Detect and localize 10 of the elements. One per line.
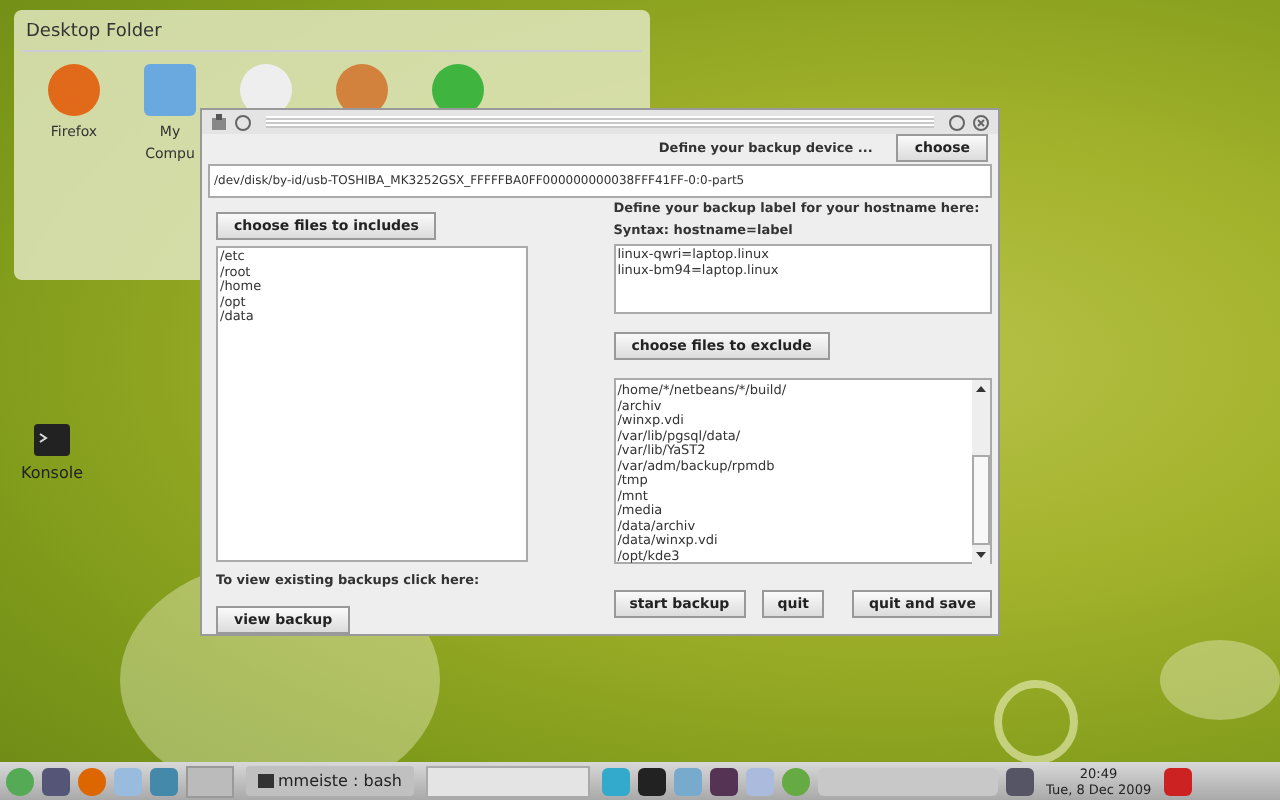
app-icon[interactable] bbox=[210, 113, 228, 131]
minimize-icon[interactable] bbox=[948, 113, 966, 131]
pin-icon[interactable] bbox=[234, 113, 252, 131]
scrollbar-drawing[interactable] bbox=[972, 380, 990, 564]
panel-title: Desktop Folder bbox=[22, 18, 642, 52]
icon-label[interactable]: Konsole bbox=[8, 462, 96, 484]
close-icon[interactable] bbox=[972, 113, 990, 131]
task-field[interactable] bbox=[425, 765, 590, 797]
desktop-pager[interactable] bbox=[186, 765, 234, 797]
task-button[interactable]: mmeiste : bash bbox=[246, 766, 414, 796]
